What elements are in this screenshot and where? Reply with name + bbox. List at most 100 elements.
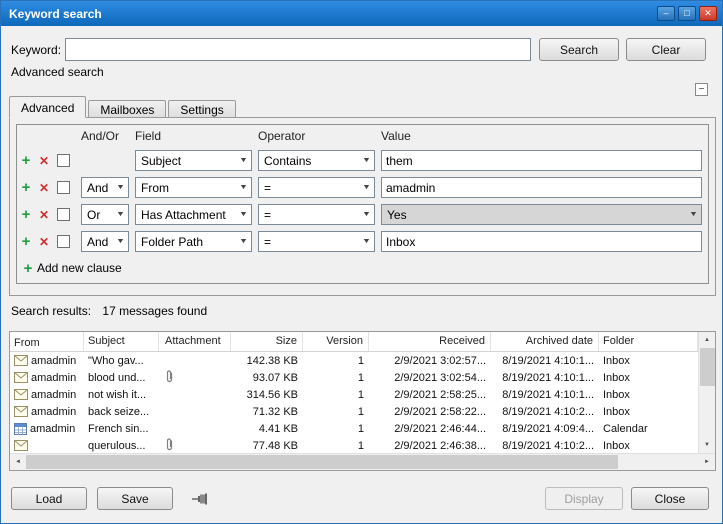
- keyword-search-bar: Keyword: Search Clear: [11, 38, 706, 61]
- operator-select[interactable]: =▼: [258, 177, 375, 198]
- vertical-scrollbar[interactable]: ▲ ▼: [698, 332, 715, 453]
- result-from: amadmin: [31, 355, 76, 367]
- result-row[interactable]: amadmin back seize... 71.32 KB 1 2/9/202…: [10, 403, 698, 420]
- tab-mailboxes[interactable]: Mailboxes: [88, 100, 166, 118]
- search-button[interactable]: Search: [539, 38, 619, 61]
- scroll-right-icon[interactable]: ►: [699, 454, 715, 470]
- operator-select-value: =: [264, 181, 271, 195]
- chevron-down-icon: ▼: [116, 184, 125, 191]
- result-version: 1: [303, 389, 369, 401]
- value-input[interactable]: [381, 150, 702, 171]
- field-select[interactable]: Subject▼: [135, 150, 252, 171]
- value-select[interactable]: Yes▼: [381, 204, 702, 225]
- value-input[interactable]: [381, 177, 702, 198]
- result-version: 1: [303, 372, 369, 384]
- operator-select[interactable]: =▼: [258, 231, 375, 252]
- remove-clause-icon[interactable]: ✕: [35, 236, 53, 248]
- clause-row: + ✕ Subject▼ Contains▼: [17, 147, 708, 174]
- result-received: 2/9/2021 2:46:44...: [369, 423, 491, 435]
- column-header-version[interactable]: Version: [303, 332, 369, 351]
- result-size: 93.07 KB: [231, 372, 303, 384]
- field-select[interactable]: Has Attachment▼: [135, 204, 252, 225]
- close-icon: ✕: [704, 9, 712, 18]
- andor-select[interactable]: And▼: [81, 231, 129, 252]
- header-operator: Operator: [258, 129, 381, 143]
- scroll-left-icon[interactable]: ◄: [10, 454, 26, 470]
- header-value: Value: [381, 129, 702, 143]
- minimize-button[interactable]: –: [657, 6, 675, 21]
- clear-button[interactable]: Clear: [626, 38, 706, 61]
- scroll-down-icon[interactable]: ▼: [699, 437, 715, 453]
- clause-checkbox[interactable]: [57, 235, 70, 248]
- column-header-folder[interactable]: Folder: [599, 332, 698, 351]
- advanced-search-label: Advanced search: [11, 65, 104, 79]
- close-button[interactable]: Close: [631, 487, 709, 510]
- add-new-clause-button[interactable]: + Add new clause: [17, 255, 708, 281]
- result-received: 2/9/2021 3:02:57...: [369, 355, 491, 367]
- vertical-scrollbar-thumb[interactable]: [700, 348, 715, 386]
- mail-icon: [14, 406, 28, 417]
- remove-clause-icon[interactable]: ✕: [35, 209, 53, 221]
- remove-clause-icon[interactable]: ✕: [35, 182, 53, 194]
- result-row[interactable]: amadmin French sin... 4.41 KB 1 2/9/2021…: [10, 420, 698, 437]
- add-clause-icon[interactable]: +: [17, 153, 35, 168]
- clause-checkbox[interactable]: [57, 208, 70, 221]
- remove-clause-icon[interactable]: ✕: [35, 155, 53, 167]
- operator-select[interactable]: =▼: [258, 204, 375, 225]
- maximize-icon: □: [684, 9, 689, 18]
- chevron-down-icon: ▼: [239, 184, 248, 191]
- column-header-from[interactable]: From: [10, 332, 84, 351]
- close-window-button[interactable]: ✕: [699, 6, 717, 21]
- field-select[interactable]: From▼: [135, 177, 252, 198]
- maximize-button[interactable]: □: [678, 6, 696, 21]
- result-row[interactable]: amadmin not wish it... 314.56 KB 1 2/9/2…: [10, 386, 698, 403]
- result-received: 2/9/2021 2:58:22...: [369, 406, 491, 418]
- result-attachment: [159, 437, 231, 453]
- save-button[interactable]: Save: [97, 487, 173, 510]
- result-archived-date: 8/19/2021 4:10:2...: [491, 440, 599, 452]
- andor-select[interactable]: And▼: [81, 177, 129, 198]
- horizontal-scrollbar[interactable]: ◄ ►: [10, 453, 715, 470]
- add-clause-icon[interactable]: +: [17, 234, 35, 249]
- titlebar[interactable]: Keyword search – □ ✕: [1, 1, 722, 26]
- keyword-input[interactable]: [65, 38, 531, 61]
- paperclip-icon: [165, 369, 174, 383]
- value-input[interactable]: [381, 231, 702, 252]
- result-archived-date: 8/19/2021 4:09:4...: [491, 423, 599, 435]
- column-header-subject[interactable]: Subject: [84, 332, 159, 351]
- field-select-value: Has Attachment: [141, 208, 226, 222]
- add-clause-icon[interactable]: +: [17, 180, 35, 195]
- result-received: 2/9/2021 3:02:54...: [369, 372, 491, 384]
- collapse-minus-icon: −: [699, 85, 705, 95]
- result-version: 1: [303, 440, 369, 452]
- result-folder: Calendar: [599, 423, 698, 435]
- result-subject: "Who gav...: [84, 355, 159, 367]
- scroll-up-icon[interactable]: ▲: [699, 332, 715, 348]
- advanced-tab-panel: And/Or Field Operator Value + ✕ Subject▼…: [9, 117, 716, 296]
- column-header-size[interactable]: Size: [231, 332, 303, 351]
- result-row[interactable]: amadmin blood und... 93.07 KB 1 2/9/2021…: [10, 369, 698, 386]
- collapse-panel-button[interactable]: −: [695, 83, 708, 96]
- clause-checkbox[interactable]: [57, 181, 70, 194]
- operator-select[interactable]: Contains▼: [258, 150, 375, 171]
- pin-icon[interactable]: [187, 489, 213, 509]
- result-row[interactable]: amadmin "Who gav... 142.38 KB 1 2/9/2021…: [10, 352, 698, 369]
- keyword-label: Keyword:: [11, 43, 65, 57]
- result-row[interactable]: querulous... 77.48 KB 1 2/9/2021 2:46:38…: [10, 437, 698, 453]
- mail-icon: [14, 440, 28, 451]
- add-clause-icon[interactable]: +: [17, 207, 35, 222]
- column-header-archived-date[interactable]: Archived date: [491, 332, 599, 351]
- result-received: 2/9/2021 2:58:25...: [369, 389, 491, 401]
- clause-checkbox[interactable]: [57, 154, 70, 167]
- column-header-attachment[interactable]: Attachment: [159, 332, 231, 351]
- results-header-row: From Subject Attachment Size Version Rec…: [10, 332, 698, 352]
- tab-settings[interactable]: Settings: [168, 100, 235, 118]
- column-header-received[interactable]: Received: [369, 332, 491, 351]
- load-button[interactable]: Load: [11, 487, 87, 510]
- andor-select[interactable]: Or▼: [81, 204, 129, 225]
- result-version: 1: [303, 355, 369, 367]
- field-select[interactable]: Folder Path▼: [135, 231, 252, 252]
- tab-advanced[interactable]: Advanced: [9, 96, 86, 118]
- tab-strip: Advanced Mailboxes Settings: [9, 96, 238, 118]
- horizontal-scrollbar-thumb[interactable]: [26, 455, 618, 469]
